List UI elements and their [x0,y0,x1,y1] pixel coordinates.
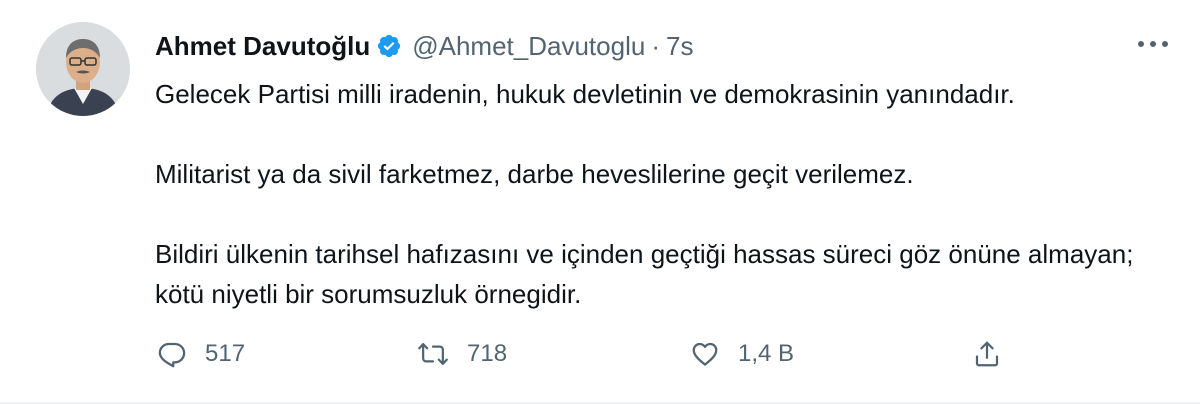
like-button[interactable]: 1,4 B [690,334,794,374]
tweet-paragraph: Militarist ya da sivil farketmez, darbe … [155,159,914,189]
tweet-header: Ahmet Davutoğlu @Ahmet_Davutoglu · 7s [155,26,693,66]
tweet: Ahmet Davutoğlu @Ahmet_Davutoglu · 7s Ge… [0,0,1200,404]
tweet-paragraph: Gelecek Partisi milli iradenin, hukuk de… [155,79,1015,109]
author-handle[interactable]: @Ahmet_Davutoglu [412,31,645,62]
more-options-icon[interactable] [1136,34,1170,54]
share-icon [972,339,1002,369]
reply-icon [157,339,187,369]
profile-photo [36,22,130,116]
retweet-button[interactable]: 718 [417,334,507,374]
tweet-actions: 517 718 1,4 B [155,334,1055,374]
verified-badge-icon [376,33,402,59]
tweet-paragraph: Bildiri ülkenin tarihsel hafızasını ve i… [155,239,1134,309]
reply-button[interactable]: 517 [157,334,245,374]
tweet-timestamp[interactable]: 7s [666,31,693,62]
retweet-count: 718 [467,340,508,367]
like-count: 1,4 B [738,340,795,367]
retweet-icon [417,339,449,369]
separator-dot: · [651,30,660,61]
heart-icon [690,339,720,369]
tweet-text: Gelecek Partisi milli iradenin, hukuk de… [155,74,1165,314]
author-name[interactable]: Ahmet Davutoğlu [155,31,370,62]
share-button[interactable] [972,334,1002,374]
reply-count: 517 [205,340,246,367]
avatar[interactable] [36,22,130,116]
